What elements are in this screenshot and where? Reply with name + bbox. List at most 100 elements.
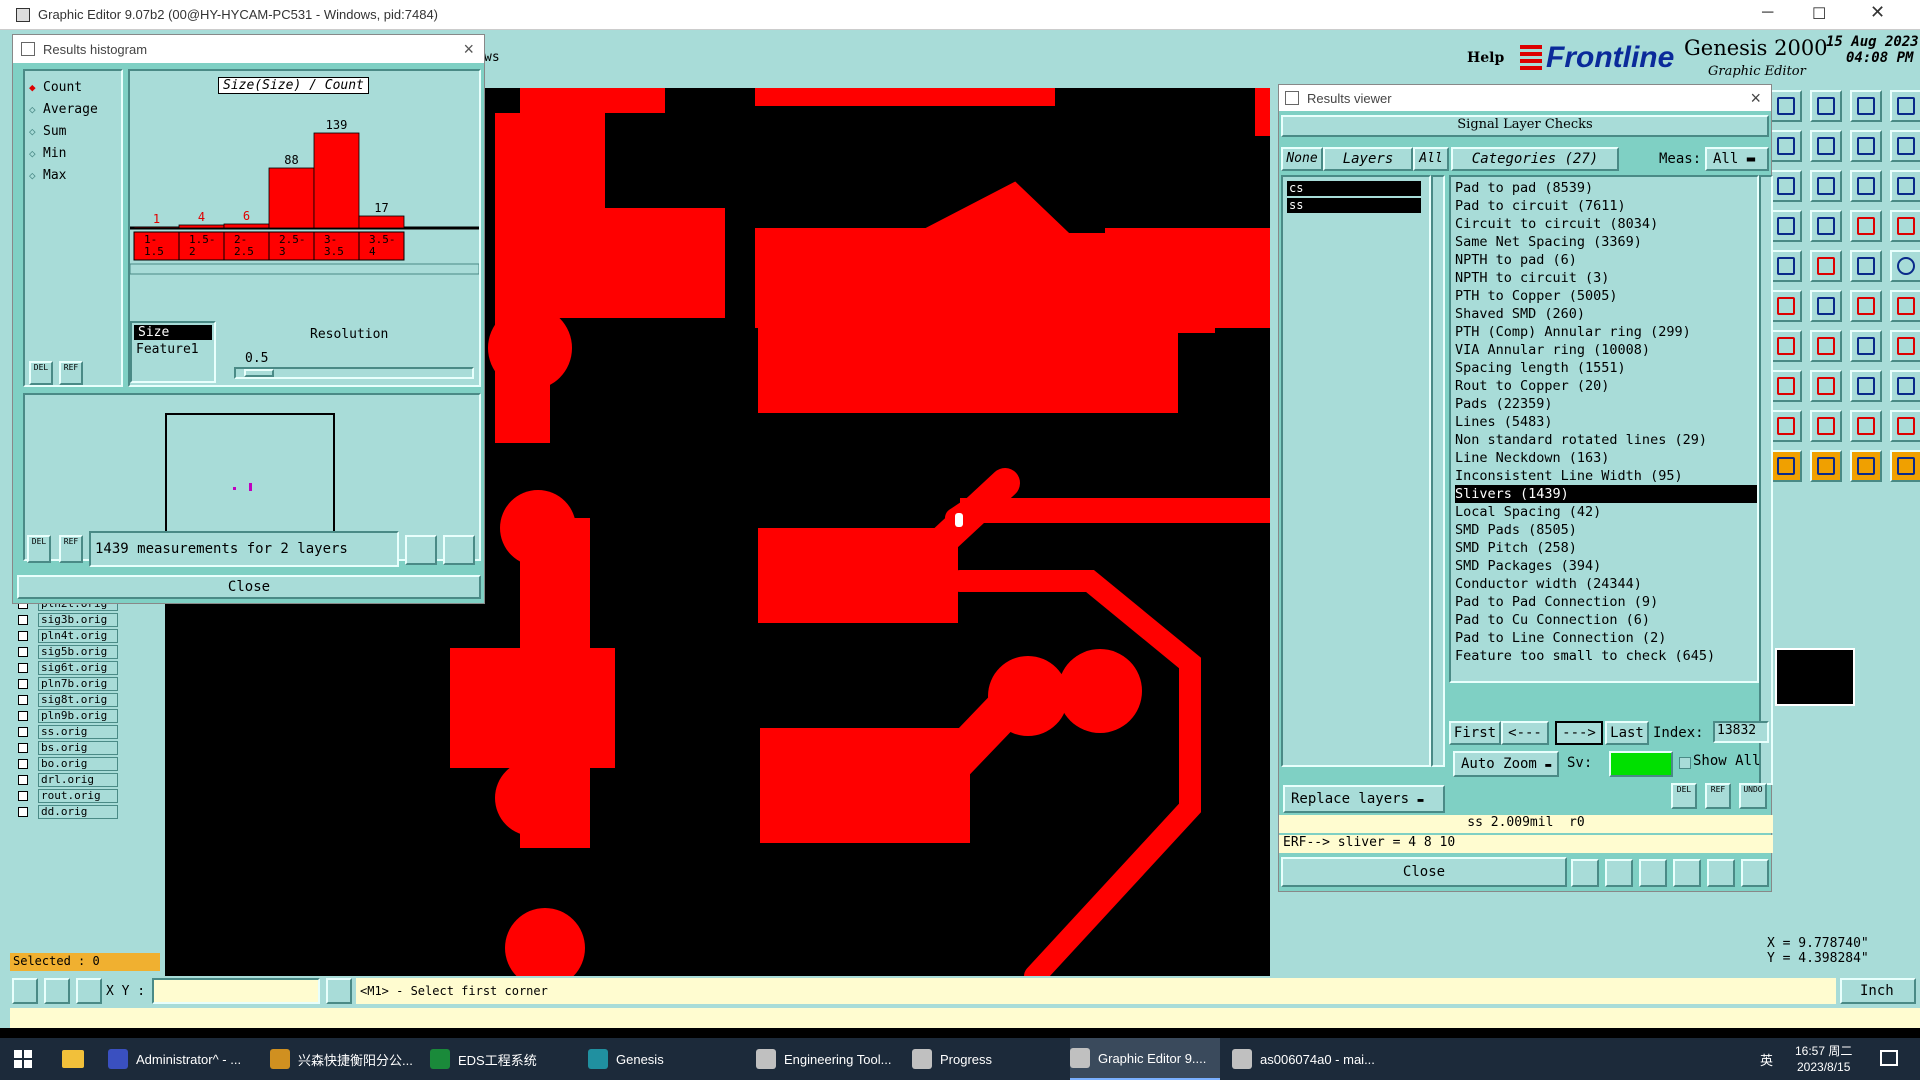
xy-input[interactable]	[152, 978, 320, 1004]
category-item[interactable]: Pad to circuit (7611)	[1455, 197, 1757, 215]
feature-item[interactable]: Feature1	[132, 342, 214, 357]
last-button[interactable]: Last	[1605, 721, 1649, 745]
layer-checkbox[interactable]	[18, 775, 28, 785]
tool-dash-icon[interactable]	[1810, 370, 1842, 402]
res-tool5-icon[interactable]	[1707, 859, 1735, 887]
category-item[interactable]: Pads (22359)	[1455, 395, 1757, 413]
categories-scrollbar[interactable]	[1759, 175, 1773, 785]
tool-route2-icon[interactable]	[1890, 290, 1920, 322]
category-item[interactable]: Same Net Spacing (3369)	[1455, 233, 1757, 251]
res-del-button[interactable]: DEL	[1671, 783, 1697, 809]
layer-name[interactable]: pln9b.orig	[38, 709, 118, 723]
category-item[interactable]: Lines (5483)	[1455, 413, 1757, 431]
tool-help-icon[interactable]	[1890, 170, 1920, 202]
category-item[interactable]: Non standard rotated lines (29)	[1455, 431, 1757, 449]
size-item[interactable]: Size	[134, 325, 212, 340]
layer-name[interactable]: bs.orig	[38, 741, 118, 755]
tool-triangle3-icon[interactable]	[1850, 410, 1882, 442]
layer-name[interactable]: pln4t.orig	[38, 629, 118, 643]
layer-checkbox[interactable]	[18, 663, 28, 673]
layer-name[interactable]: dd.orig	[38, 805, 118, 819]
category-item[interactable]: Circuit to circuit (8034)	[1455, 215, 1757, 233]
taskbar-item[interactable]: EDS工程系统	[430, 1038, 580, 1080]
result-layer-item[interactable]: cs	[1287, 181, 1421, 196]
layers-button[interactable]: Layers	[1323, 147, 1413, 171]
tool-triangle2-icon[interactable]	[1810, 410, 1842, 442]
preview-del-button[interactable]: DEL	[27, 535, 51, 563]
index-field[interactable]: 13832	[1713, 721, 1769, 743]
auto-zoom-select[interactable]: Auto Zoom ▬	[1453, 751, 1559, 777]
layer-checkbox[interactable]	[18, 807, 28, 817]
tool-open-icon[interactable]	[1770, 90, 1802, 122]
category-item[interactable]: Pad to Cu Connection (6)	[1455, 611, 1757, 629]
minimize-button[interactable]: ─	[1762, 4, 1773, 22]
categories-header[interactable]: Categories (27)	[1451, 147, 1619, 171]
results-close-x[interactable]: ×	[1750, 88, 1761, 109]
category-item[interactable]: Pad to pad (8539)	[1455, 179, 1757, 197]
category-item[interactable]: Conductor width (24344)	[1455, 575, 1757, 593]
hist-ref-button[interactable]: REF	[59, 361, 83, 385]
clock-date[interactable]: 2023/8/15	[1797, 1060, 1850, 1074]
xy-enter-button[interactable]	[326, 978, 352, 1004]
layer-row[interactable]: sig5b.orig	[12, 644, 134, 660]
category-item[interactable]: Inconsistent Line Width (95)	[1455, 467, 1757, 485]
preview-ref-button[interactable]: REF	[59, 535, 83, 563]
tool-triangle-icon[interactable]	[1770, 410, 1802, 442]
layer-row[interactable]: sig3b.orig	[12, 612, 134, 628]
category-item[interactable]: PTH (Comp) Annular ring (299)	[1455, 323, 1757, 341]
category-item[interactable]: SMD Packages (394)	[1455, 557, 1757, 575]
histogram-option-sum[interactable]: ◇ Sum	[29, 120, 117, 142]
tool-grid-icon[interactable]	[1810, 210, 1842, 242]
maximize-button[interactable]: ☐	[1812, 4, 1826, 24]
res-tool3-icon[interactable]	[1639, 859, 1667, 887]
layer-checkbox[interactable]	[18, 631, 28, 641]
tool-pointer4-icon[interactable]	[1890, 450, 1920, 482]
taskbar-item[interactable]: Graphic Editor 9....	[1070, 1038, 1220, 1080]
layer-scrollbar[interactable]	[1431, 175, 1445, 767]
layer-row[interactable]: pln9b.orig	[12, 708, 134, 724]
layer-name[interactable]: pln7b.orig	[38, 677, 118, 691]
size-list[interactable]: Size Feature1	[130, 321, 216, 383]
close-window-button[interactable]: ✕	[1870, 2, 1885, 23]
tool-circle-icon[interactable]	[1890, 250, 1920, 282]
histogram-close-button[interactable]: Close	[17, 575, 481, 599]
histogram-option-max[interactable]: ◇ Max	[29, 164, 117, 186]
category-item[interactable]: Shaved SMD (260)	[1455, 305, 1757, 323]
result-layer-item[interactable]: ss	[1287, 198, 1421, 213]
tool-slash-icon[interactable]	[1810, 330, 1842, 362]
tool-select-icon[interactable]	[12, 978, 38, 1004]
tool-net-icon[interactable]	[1850, 210, 1882, 242]
taskbar-item[interactable]: Genesis	[588, 1038, 738, 1080]
tool-swap-icon[interactable]	[1850, 130, 1882, 162]
layer-row[interactable]: sig6t.orig	[12, 660, 134, 676]
taskbar-item[interactable]: Administrator^ - ...	[108, 1038, 258, 1080]
tool-draw-icon[interactable]	[1810, 250, 1842, 282]
layer-checkbox[interactable]	[18, 711, 28, 721]
tool-connect-icon[interactable]	[1770, 290, 1802, 322]
category-item[interactable]: Pad to Pad Connection (9)	[1455, 593, 1757, 611]
histogram-option-min[interactable]: ◇ Min	[29, 142, 117, 164]
sv-color-select[interactable]	[1609, 751, 1673, 777]
layer-checkbox[interactable]	[18, 647, 28, 657]
layer-name[interactable]: drl.orig	[38, 773, 118, 787]
tool-pad-icon[interactable]	[1770, 250, 1802, 282]
res-ref-button[interactable]: REF	[1705, 783, 1731, 809]
hist-del-button[interactable]: DEL	[29, 361, 53, 385]
all-layers-button[interactable]: All	[1413, 147, 1449, 171]
res-tool2-icon[interactable]	[1605, 859, 1633, 887]
tool-net2-icon[interactable]	[1890, 210, 1920, 242]
layer-name[interactable]: bo.orig	[38, 757, 118, 771]
category-item[interactable]: Local Spacing (42)	[1455, 503, 1757, 521]
results-close-button[interactable]: Close	[1281, 857, 1567, 887]
tool-zoom-ratio-icon[interactable]	[1850, 170, 1882, 202]
taskbar-item[interactable]: Progress	[912, 1038, 1062, 1080]
hist-chart-icon[interactable]	[443, 535, 475, 565]
preview-frame[interactable]	[165, 413, 335, 533]
category-item[interactable]: Spacing length (1551)	[1455, 359, 1757, 377]
tool-layers-icon[interactable]	[1890, 90, 1920, 122]
notification-icon[interactable]	[1880, 1050, 1898, 1066]
tool-ff-icon[interactable]	[1890, 330, 1920, 362]
clock-time[interactable]: 16:57 周二	[1795, 1042, 1852, 1059]
tool-pointer-icon[interactable]	[1770, 450, 1802, 482]
layer-name[interactable]: rout.orig	[38, 789, 118, 803]
